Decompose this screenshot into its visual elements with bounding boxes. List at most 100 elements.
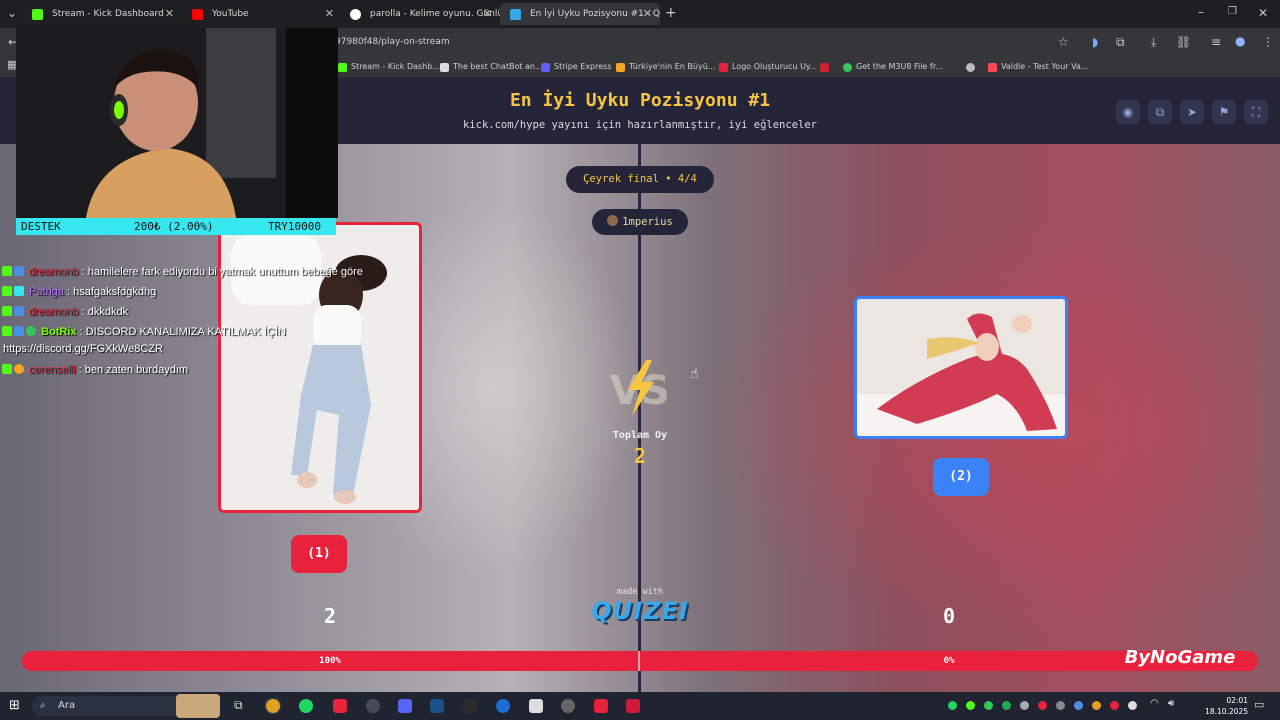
system-clock[interactable]: 02:01 18.10.2025 [1198, 695, 1248, 717]
avatar [607, 215, 619, 226]
search-highlight-image [176, 694, 220, 718]
restore-icon[interactable]: ❐ [1228, 6, 1237, 17]
chat-message-continued: https://discord.gg/FGXkWe8CZR [2, 342, 422, 360]
extension-audio-icon[interactable]: ◗ [1092, 35, 1098, 49]
tab-title: parolla - Kelime oyunu. Günlük [370, 9, 500, 19]
chat-username: cerenselll [29, 364, 76, 376]
close-icon[interactable]: ✕ [325, 3, 334, 25]
chat-link[interactable]: https://discord.gg/FGXkWe8CZR [2, 343, 163, 355]
close-icon[interactable]: ✕ [483, 3, 492, 25]
round-indicator: Çeyrek final • 4/4 [566, 166, 714, 193]
tab-quiz[interactable]: En İyi Uyku Pozisyonu #1 - Quiz ✕ [500, 3, 660, 25]
choice-card-right[interactable] [854, 296, 1068, 439]
total-votes-label: Toplam Oy [612, 430, 668, 441]
bynogame-text: ByNoGame [1124, 647, 1236, 668]
tray-icon[interactable] [1110, 701, 1119, 710]
tray-icon[interactable] [1092, 701, 1101, 710]
vote-button-right[interactable]: (2) [933, 458, 989, 496]
made-with-label: made with [616, 587, 664, 597]
obs-icon[interactable] [366, 699, 380, 713]
support-amount: 200₺ (2.00%) [134, 220, 214, 233]
tab-parolla[interactable]: parolla - Kelime oyunu. Günlük ✕ [340, 3, 500, 25]
chat-message: BotRix : DISCORD KANALIMIZA KATILMAK İÇİ… [2, 322, 422, 342]
close-icon[interactable]: ✕ [643, 3, 652, 25]
bookmark-m3u8[interactable]: Get the M3U8 File fr... [843, 60, 943, 74]
reading-list-icon[interactable]: ≡ [1211, 35, 1221, 49]
bynogame-watermark: /ByNoGame [1118, 647, 1235, 668]
chrome-icon[interactable] [266, 699, 280, 713]
vote-progress-midline [638, 651, 640, 671]
tab-title: YouTube [212, 9, 249, 19]
chat-message: dreamonb : hamilelere fark ediyordu bi y… [2, 262, 422, 282]
kick-badge-icon [2, 364, 12, 374]
star-icon[interactable]: ☆ [1058, 35, 1069, 49]
download-icon[interactable]: ⤓ [1151, 35, 1156, 50]
epic-games-icon[interactable] [463, 699, 477, 713]
diamond-badge-icon [14, 286, 24, 296]
chat-username: Patriga [29, 286, 64, 298]
app-icon[interactable] [594, 699, 608, 713]
link-icon[interactable]: ⛓ [1176, 35, 1191, 49]
new-tab-icon[interactable]: + [665, 5, 677, 21]
volume-icon[interactable]: 🔊︎ [1168, 698, 1174, 709]
discord-icon[interactable] [398, 699, 412, 713]
send-icon[interactable]: ➤ [1180, 100, 1204, 124]
valorant-icon[interactable] [626, 699, 640, 713]
tab-youtube[interactable]: YouTube ✕ [182, 3, 342, 25]
menu-icon[interactable]: ⋮ [1262, 35, 1274, 49]
app-icon[interactable] [496, 699, 510, 713]
bookmark-chatbot[interactable]: The best ChatBot an... [440, 60, 543, 74]
capcut-icon[interactable] [529, 699, 543, 713]
tray-icon[interactable] [984, 701, 993, 710]
tray-icon[interactable] [1074, 701, 1083, 710]
quizei-logo[interactable]: QUIZEI [0, 597, 1280, 625]
tray-icon[interactable] [1038, 701, 1047, 710]
tab-search-chevron-icon[interactable]: ⌄ [7, 6, 17, 20]
bookmark-kick[interactable]: Stream - Kick Dashb... [338, 60, 440, 74]
extensions-icon[interactable]: ⧉ [1116, 35, 1125, 50]
vote-progress-bar [22, 651, 1258, 671]
wifi-icon[interactable]: ◠ [1150, 698, 1159, 709]
clock-time: 02:01 [1226, 696, 1248, 705]
search-placeholder: Ara [58, 700, 76, 711]
share-icon[interactable]: ⧉ [1148, 100, 1172, 124]
app-icon[interactable] [561, 699, 575, 713]
stripe-icon [541, 63, 550, 72]
bookmark-valdle[interactable]: Valdle - Test Your Va... [988, 60, 1088, 74]
eye-icon[interactable]: ◉ [1116, 100, 1140, 124]
tray-icon[interactable] [1128, 701, 1137, 710]
bookmark-stripe[interactable]: Stripe Express [541, 60, 612, 74]
tray-spotify-icon[interactable] [948, 701, 957, 710]
streamer-badge: 1mperius [592, 209, 688, 235]
chat-overlay: dreamonb : hamilelere fark ediyordu bi y… [2, 262, 422, 380]
bynogame-slash-icon: / [1118, 647, 1125, 668]
quizei-icon [510, 9, 521, 20]
tray-icon[interactable] [1020, 701, 1029, 710]
notification-icon[interactable]: ▭ [1254, 698, 1264, 711]
chatbot-icon [440, 63, 449, 72]
flag-icon[interactable]: ⚑ [1212, 100, 1236, 124]
spotify-icon[interactable] [299, 699, 313, 713]
bookmark-logo[interactable]: Logo Oluşturucu Uy... [719, 60, 817, 74]
window-close-icon[interactable]: ✕ [1258, 6, 1268, 20]
windows-start-icon[interactable]: ⊞ [9, 698, 20, 713]
profile-avatar-icon[interactable]: ● [1235, 34, 1245, 48]
vote-button-left[interactable]: (1) [291, 535, 347, 573]
app-icon[interactable] [333, 699, 347, 713]
tab-kick-dashboard[interactable]: Stream - Kick Dashboard ✕ [22, 3, 182, 25]
sub-badge-icon [14, 266, 24, 276]
bookmark-turkiye[interactable]: Türkiye'nin En Büyü... [616, 60, 715, 74]
tray-icon[interactable] [1002, 701, 1011, 710]
kick-badge-icon [2, 266, 12, 276]
tray-icon[interactable] [966, 701, 975, 710]
close-icon[interactable]: ✕ [165, 3, 174, 25]
support-goal: TRY10000 [268, 220, 321, 233]
minimize-icon[interactable]: – [1198, 5, 1204, 19]
tab-title: Stream - Kick Dashboard [52, 9, 164, 19]
tray-icon[interactable] [1056, 701, 1065, 710]
fullscreen-icon[interactable]: ⛶ [1244, 100, 1268, 124]
url-field[interactable]: 97980f48/play-on-stream [335, 32, 1075, 52]
steam-icon[interactable] [430, 699, 444, 713]
streamer-name: 1mperius [622, 216, 673, 228]
task-view-icon[interactable]: ⧉ [234, 698, 243, 713]
